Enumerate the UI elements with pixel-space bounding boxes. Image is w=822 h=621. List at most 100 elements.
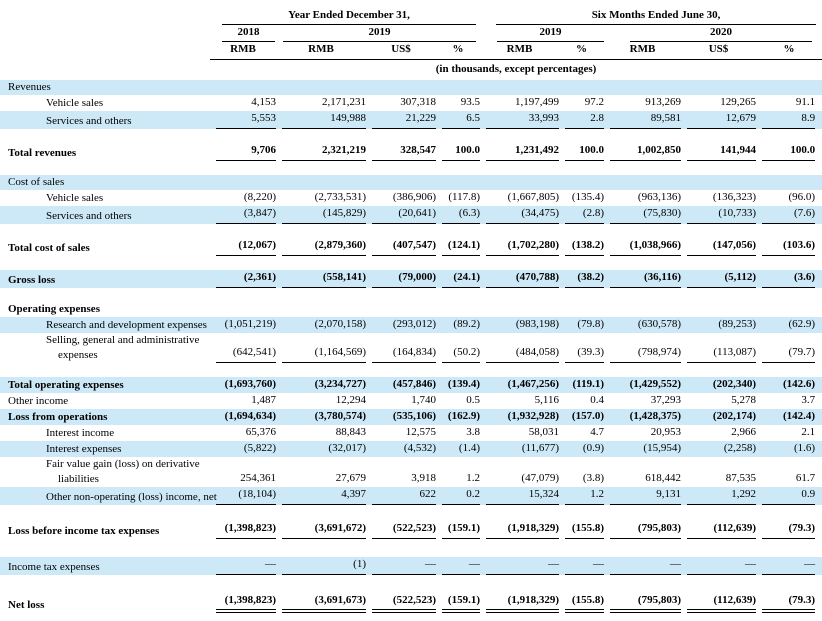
spacer-row bbox=[0, 575, 822, 593]
table-row: Loss before income tax expenses(1,398,82… bbox=[0, 521, 822, 539]
value-cell: (1,702,280) bbox=[480, 238, 559, 256]
spacer-cell bbox=[0, 256, 822, 270]
value-cell: (164,834) bbox=[366, 333, 436, 363]
value-cell bbox=[756, 302, 822, 317]
table-row: Loss from operations(1,694,634)(3,780,57… bbox=[0, 409, 822, 425]
value-cell: 328,547 bbox=[366, 143, 436, 161]
unit-pct: % bbox=[756, 42, 822, 60]
financial-statement-page: { "colors": { "row_shade": "#cde9f7", "l… bbox=[0, 8, 822, 621]
value-cell: (75,830) bbox=[604, 206, 681, 224]
value-cell: 1,487 bbox=[210, 393, 276, 409]
value-cell: (20,641) bbox=[366, 206, 436, 224]
value-cell: 2,966 bbox=[681, 425, 756, 441]
value-cell: (47,079) bbox=[480, 457, 559, 487]
row-label: Total operating expenses bbox=[0, 377, 210, 393]
value-cell: (2,070,158) bbox=[276, 317, 366, 333]
value-cell: (1,164,569) bbox=[276, 333, 366, 363]
value-cell: (62.9) bbox=[756, 317, 822, 333]
value-cell: (3.8) bbox=[559, 457, 604, 487]
value-cell bbox=[756, 80, 822, 95]
value-cell: (1.4) bbox=[436, 441, 480, 457]
row-label: Income tax expenses bbox=[0, 557, 210, 575]
value-cell: 149,988 bbox=[276, 111, 366, 129]
value-cell: (202,340) bbox=[681, 377, 756, 393]
header-group-cell: Six Months Ended June 30, bbox=[480, 8, 822, 25]
header-year-cell: 2020 bbox=[604, 25, 822, 42]
table-row: Cost of sales bbox=[0, 175, 822, 190]
value-cell: (558,141) bbox=[276, 270, 366, 288]
value-cell: (155.8) bbox=[559, 593, 604, 613]
value-cell: (3,691,672) bbox=[276, 521, 366, 539]
value-cell: (457,846) bbox=[366, 377, 436, 393]
table-row: Fair value gain (loss) on derivativeliab… bbox=[0, 457, 822, 487]
value-cell: (79.8) bbox=[559, 317, 604, 333]
row-label: Loss before income tax expenses bbox=[0, 521, 210, 539]
value-cell: 61.7 bbox=[756, 457, 822, 487]
spacer-cell bbox=[0, 575, 822, 593]
value-cell: (12,067) bbox=[210, 238, 276, 256]
row-label: Vehicle sales bbox=[0, 95, 210, 111]
spacer-cell bbox=[0, 161, 822, 175]
value-cell: 15,324 bbox=[480, 487, 559, 505]
value-cell: (138.2) bbox=[559, 238, 604, 256]
value-cell: 913,269 bbox=[604, 95, 681, 111]
value-cell: (6.3) bbox=[436, 206, 480, 224]
value-cell: 307,318 bbox=[366, 95, 436, 111]
value-cell: 254,361 bbox=[210, 457, 276, 487]
value-cell: (2.8) bbox=[559, 206, 604, 224]
value-cell bbox=[366, 80, 436, 95]
value-cell: (1,429,552) bbox=[604, 377, 681, 393]
row-label: Selling, general and administrativeexpen… bbox=[0, 333, 210, 363]
table-row: Interest expenses(5,822)(32,017)(4,532)(… bbox=[0, 441, 822, 457]
unit-rmb: RMB bbox=[210, 42, 276, 60]
value-cell: 37,293 bbox=[604, 393, 681, 409]
value-cell: (159.1) bbox=[436, 521, 480, 539]
value-cell: (136,323) bbox=[681, 190, 756, 206]
value-cell: 58,031 bbox=[480, 425, 559, 441]
value-cell: 6.5 bbox=[436, 111, 480, 129]
spacer-cell bbox=[0, 224, 822, 238]
value-cell: (3,847) bbox=[210, 206, 276, 224]
unit-pct: % bbox=[559, 42, 604, 60]
value-cell: (39.3) bbox=[559, 333, 604, 363]
value-cell: 87,535 bbox=[681, 457, 756, 487]
value-cell: (522,523) bbox=[366, 521, 436, 539]
value-cell: (157.0) bbox=[559, 409, 604, 425]
value-cell: (32,017) bbox=[276, 441, 366, 457]
units-note: (in thousands, except percentages) bbox=[210, 60, 822, 81]
table-row: Interest income65,37688,84312,5753.858,0… bbox=[0, 425, 822, 441]
value-cell: — bbox=[559, 557, 604, 575]
value-cell: (484,058) bbox=[480, 333, 559, 363]
value-cell: (1,694,634) bbox=[210, 409, 276, 425]
table-row: Revenues bbox=[0, 80, 822, 95]
value-cell: — bbox=[480, 557, 559, 575]
value-cell: 0.2 bbox=[436, 487, 480, 505]
value-cell: 100.0 bbox=[559, 143, 604, 161]
value-cell: (79,000) bbox=[366, 270, 436, 288]
value-cell: (202,174) bbox=[681, 409, 756, 425]
value-cell: 88,843 bbox=[276, 425, 366, 441]
value-cell: (89.2) bbox=[436, 317, 480, 333]
header-note-row: (in thousands, except percentages) bbox=[0, 60, 822, 81]
table-row: Services and others5,553149,98821,2296.5… bbox=[0, 111, 822, 129]
row-label: Cost of sales bbox=[0, 175, 210, 190]
value-cell: (11,677) bbox=[480, 441, 559, 457]
value-cell: (139.4) bbox=[436, 377, 480, 393]
header-spacer-cell bbox=[0, 8, 210, 25]
spacer-cell bbox=[0, 539, 822, 557]
value-cell: (113,087) bbox=[681, 333, 756, 363]
row-label: Net loss bbox=[0, 593, 210, 613]
value-cell: (1,398,823) bbox=[210, 593, 276, 613]
value-cell bbox=[436, 302, 480, 317]
table-row: Income tax expenses—(1)——————— bbox=[0, 557, 822, 575]
value-cell: 27,679 bbox=[276, 457, 366, 487]
value-cell: 3.7 bbox=[756, 393, 822, 409]
value-cell: (963,136) bbox=[604, 190, 681, 206]
value-cell: 97.2 bbox=[559, 95, 604, 111]
value-cell: 1,002,850 bbox=[604, 143, 681, 161]
value-cell: (407,547) bbox=[366, 238, 436, 256]
value-cell: (1,918,329) bbox=[480, 593, 559, 613]
value-cell: (119.1) bbox=[559, 377, 604, 393]
table-row: Other income1,48712,2941,7400.55,1160.43… bbox=[0, 393, 822, 409]
value-cell: — bbox=[436, 557, 480, 575]
